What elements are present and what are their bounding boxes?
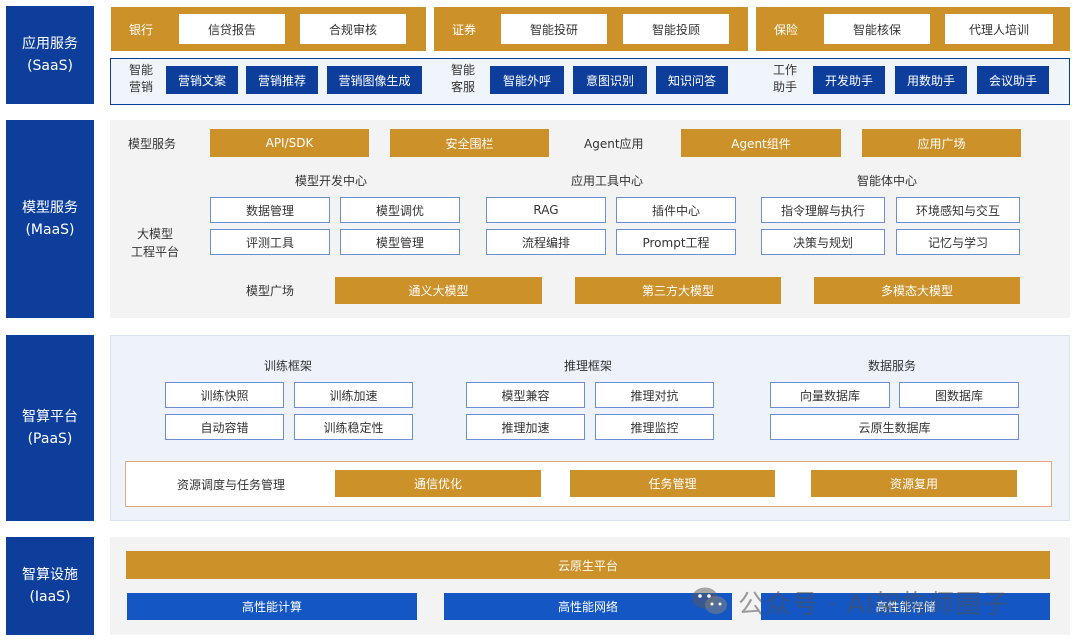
framework-item: 模型兼容 [466, 382, 585, 408]
center-title: 应用工具中心 [571, 173, 644, 188]
center-title: 智能体中心 [857, 173, 918, 188]
framework-item: 推理加速 [466, 414, 585, 440]
layer-subtitle: (MaaS) [25, 222, 75, 238]
saas-item: 意图识别 [573, 66, 647, 94]
scenario-title-work: 工作 助手 [772, 63, 797, 94]
saas-item: 开发助手 [813, 66, 885, 94]
layer-label-saas: 应用服务 (SaaS) [6, 6, 94, 104]
scheduling-item: 任务管理 [570, 470, 775, 497]
model-service-label: 模型服务 [128, 136, 177, 151]
layer-label-iaas: 智算设施 (IaaS) [6, 537, 94, 635]
center-item: 记忆与学习 [896, 229, 1020, 255]
framework-title: 数据服务 [868, 358, 917, 373]
center-item: 决策与规划 [761, 229, 885, 255]
saas-item: 营销图像生成 [327, 66, 422, 94]
center-item: 指令理解与执行 [761, 197, 885, 223]
center-item: 环境感知与交互 [896, 197, 1020, 223]
framework-item: 训练稳定性 [294, 414, 413, 440]
framework-item: 训练加速 [294, 382, 413, 408]
wechat-icon [690, 585, 730, 617]
model-plaza-label: 模型广场 [246, 283, 295, 298]
saas-item: 智能核保 [824, 14, 930, 44]
saas-item: 合规审核 [300, 14, 406, 44]
saas-item: 会议助手 [977, 66, 1049, 94]
model-box: 第三方大模型 [575, 277, 781, 304]
saas-item: 信贷报告 [179, 14, 285, 44]
industry-title: 保险 [774, 22, 799, 37]
guardrail-box: 安全围栏 [390, 129, 549, 157]
industry-bank: 银行 信贷报告 合规审核 [111, 7, 426, 51]
industry-insurance: 保险 智能核保 代理人培训 [756, 7, 1070, 51]
watermark-text: 公众号 · AI架构师圈子 [738, 590, 1010, 620]
layer-subtitle: (IaaS) [29, 589, 71, 605]
scheduling-item: 资源复用 [811, 470, 1017, 497]
layer-title: 模型服务 [22, 200, 78, 216]
layer-title: 应用服务 [22, 36, 78, 52]
scenario-title-marketing: 智能 营销 [128, 63, 153, 94]
saas-item: 智能投研 [501, 14, 607, 44]
center-item: RAG [486, 197, 606, 223]
layer-title: 智算设施 [22, 567, 78, 583]
agent-component-box: Agent组件 [681, 129, 841, 157]
layer-label-paas: 智算平台 (PaaS) [6, 335, 94, 521]
framework-item: 图数据库 [899, 382, 1019, 408]
scheduling-label: 资源调度与任务管理 [177, 477, 286, 492]
infra-box: 高性能计算 [127, 593, 417, 620]
model-box: 多模态大模型 [814, 277, 1020, 304]
saas-item: 营销文案 [166, 66, 238, 94]
layer-label-maas: 模型服务 (MaaS) [6, 120, 94, 318]
framework-item: 推理监控 [595, 414, 714, 440]
center-item: 模型调优 [340, 197, 460, 223]
center-item: 流程编排 [486, 229, 606, 255]
framework-item: 推理对抗 [595, 382, 714, 408]
saas-item: 用数助手 [895, 66, 967, 94]
saas-item: 知识问答 [656, 66, 728, 94]
industry-securities: 证券 智能投研 智能投顾 [434, 7, 748, 51]
center-item: Prompt工程 [616, 229, 736, 255]
layer-subtitle: (SaaS) [27, 58, 73, 74]
center-title: 模型开发中心 [295, 173, 368, 188]
layer-title: 智算平台 [22, 409, 78, 425]
framework-item: 训练快照 [165, 382, 284, 408]
industry-title: 证券 [452, 22, 477, 37]
framework-item: 向量数据库 [770, 382, 890, 408]
infra-box: 高性能网络 [444, 593, 732, 620]
framework-item: 云原生数据库 [770, 414, 1019, 440]
scenario-title-service: 智能 客服 [450, 63, 475, 94]
framework-item: 自动容错 [165, 414, 284, 440]
center-item: 数据管理 [210, 197, 330, 223]
framework-title: 训练框架 [264, 358, 313, 373]
scheduling-item: 通信优化 [335, 470, 541, 497]
center-item: 模型管理 [340, 229, 460, 255]
cloud-native-platform: 云原生平台 [126, 551, 1050, 579]
framework-title: 推理框架 [564, 358, 613, 373]
api-sdk-box: API/SDK [210, 129, 369, 157]
agent-app-label: Agent应用 [584, 136, 644, 151]
industry-title: 银行 [129, 22, 154, 37]
saas-item: 营销推荐 [246, 66, 318, 94]
center-item: 评测工具 [210, 229, 330, 255]
app-plaza-box: 应用广场 [862, 129, 1021, 157]
saas-item: 智能投顾 [623, 14, 729, 44]
platform-label: 大模型 工程平台 [130, 227, 179, 259]
layer-subtitle: (PaaS) [27, 431, 73, 447]
model-box: 通义大模型 [335, 277, 542, 304]
saas-item: 智能外呼 [490, 66, 564, 94]
saas-item: 代理人培训 [945, 14, 1053, 44]
center-item: 插件中心 [616, 197, 736, 223]
